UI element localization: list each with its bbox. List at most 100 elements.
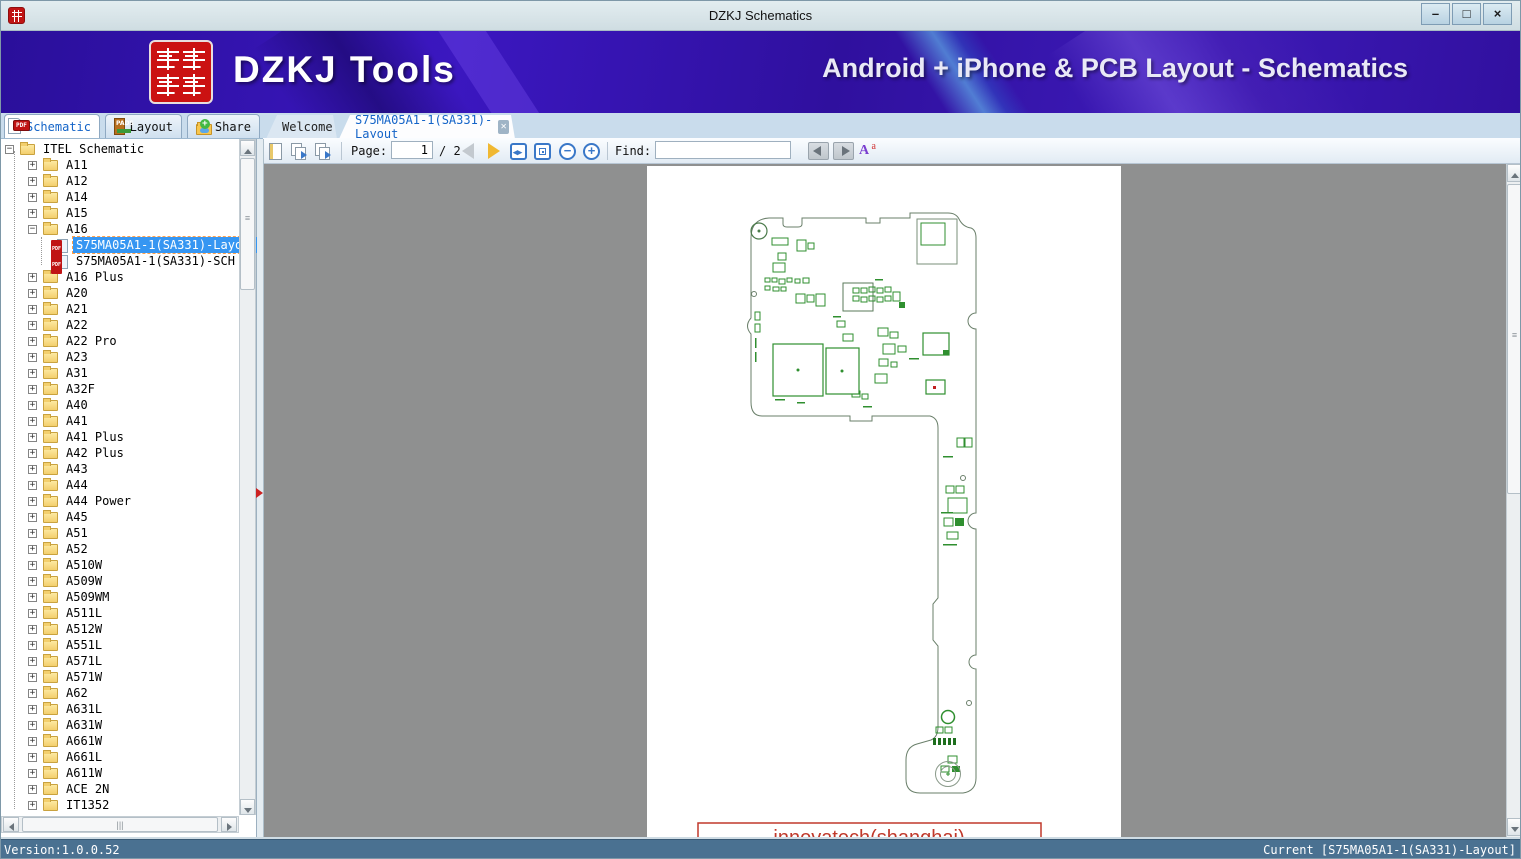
splitter-collapse-icon[interactable]	[256, 488, 263, 498]
expand-expander-icon[interactable]: +	[28, 624, 37, 634]
scrollbar-thumb[interactable]: ≡	[1507, 184, 1520, 494]
zoom-in-button[interactable]: +	[583, 138, 600, 164]
expand-expander-icon[interactable]: +	[28, 560, 37, 570]
expand-expander-icon[interactable]: +	[28, 720, 37, 730]
expand-expander-icon[interactable]: +	[28, 448, 37, 458]
scroll-left-button[interactable]	[3, 817, 19, 832]
tree-item-a511l[interactable]: + A511L	[1, 605, 239, 621]
expand-expander-icon[interactable]: +	[28, 272, 37, 282]
pdf-viewer-canvas[interactable]: innovatech(shanghai)	[264, 164, 1506, 837]
tab-layout[interactable]: PADS Layout	[105, 114, 182, 138]
tab-welcome[interactable]: Welcome	[266, 115, 337, 139]
expand-expander-icon[interactable]: +	[28, 416, 37, 426]
expand-expander-icon[interactable]: +	[28, 176, 37, 186]
tree-item-a21[interactable]: + A21	[1, 301, 239, 317]
expand-expander-icon[interactable]: +	[28, 656, 37, 666]
expand-expander-icon[interactable]: +	[28, 736, 37, 746]
tree-item-a31[interactable]: + A31	[1, 365, 239, 381]
tree-item-a43[interactable]: + A43	[1, 461, 239, 477]
next-page-button[interactable]	[488, 138, 500, 164]
expand-expander-icon[interactable]: +	[28, 800, 37, 810]
tree-item-a40[interactable]: + A40	[1, 397, 239, 413]
tree-item-a20[interactable]: + A20	[1, 285, 239, 301]
tree-item-a571l[interactable]: + A571L	[1, 653, 239, 669]
match-case-button[interactable]: Aa	[859, 138, 877, 164]
tree-horizontal-scrollbar[interactable]: |||	[1, 816, 239, 833]
expand-expander-icon[interactable]: +	[28, 336, 37, 346]
tree-item-a16[interactable]: − A16	[1, 221, 239, 237]
tree-item-a44-power[interactable]: + A44 Power	[1, 493, 239, 509]
expand-expander-icon[interactable]: +	[28, 480, 37, 490]
expand-expander-icon[interactable]: +	[28, 688, 37, 698]
tab-document-active[interactable]: S75MA05A1-1(SA331)-Layout ✕	[339, 115, 515, 139]
panel-splitter[interactable]	[256, 139, 264, 837]
tree-item-a41[interactable]: + A41	[1, 413, 239, 429]
scroll-right-button[interactable]	[221, 817, 237, 832]
expand-expander-icon[interactable]: +	[28, 496, 37, 506]
tree-item-a611w[interactable]: + A611W	[1, 765, 239, 781]
tree-item-itel-schematic[interactable]: − ITEL Schematic	[1, 141, 239, 157]
tree-item-a32f[interactable]: + A32F	[1, 381, 239, 397]
tree-item-a510w[interactable]: + A510W	[1, 557, 239, 573]
tree-item-a631w[interactable]: + A631W	[1, 717, 239, 733]
tree-item-a22-pro[interactable]: + A22 Pro	[1, 333, 239, 349]
tree-item-a14[interactable]: + A14	[1, 189, 239, 205]
expand-expander-icon[interactable]: +	[28, 384, 37, 394]
zoom-out-button[interactable]: −	[559, 138, 576, 164]
expand-expander-icon[interactable]: +	[28, 672, 37, 682]
scrollbar-thumb[interactable]: ≡	[240, 158, 255, 290]
viewer-vertical-scrollbar[interactable]: ≡	[1506, 164, 1520, 837]
expand-expander-icon[interactable]: +	[28, 784, 37, 794]
expand-expander-icon[interactable]: +	[28, 352, 37, 362]
tree-item-a571w[interactable]: + A571W	[1, 669, 239, 685]
expand-expander-icon[interactable]: +	[28, 320, 37, 330]
tree-item-a51[interactable]: + A51	[1, 525, 239, 541]
expand-expander-icon[interactable]: +	[28, 576, 37, 586]
tree-item-a52[interactable]: + A52	[1, 541, 239, 557]
expand-expander-icon[interactable]: +	[28, 400, 37, 410]
expand-expander-icon[interactable]: +	[28, 512, 37, 522]
tab-share[interactable]: + Share	[187, 114, 260, 138]
expand-expander-icon[interactable]: +	[28, 544, 37, 554]
tree-vertical-scrollbar[interactable]: ≡	[239, 139, 256, 815]
page-number-input[interactable]	[391, 141, 433, 159]
snapshot-button[interactable]	[291, 138, 307, 164]
expand-expander-icon[interactable]: +	[28, 192, 37, 202]
tree-item-a509wm[interactable]: + A509WM	[1, 589, 239, 605]
find-previous-button[interactable]	[808, 138, 829, 164]
copy-page-button[interactable]	[269, 138, 282, 164]
scroll-down-button[interactable]	[240, 799, 255, 815]
find-input[interactable]	[655, 141, 791, 159]
tree-item-ace-2n[interactable]: + ACE 2N	[1, 781, 239, 797]
tree-item-a44[interactable]: + A44	[1, 477, 239, 493]
tree-item-a22[interactable]: + A22	[1, 317, 239, 333]
tree-item-a551l[interactable]: + A551L	[1, 637, 239, 653]
tab-schematic[interactable]: PDF Schematic	[4, 114, 100, 138]
tree-item-a23[interactable]: + A23	[1, 349, 239, 365]
collapse-expander-icon[interactable]: −	[5, 144, 14, 154]
scroll-up-button[interactable]	[240, 140, 255, 156]
fit-width-button[interactable]: ◂▸	[510, 138, 527, 164]
tree-item-a661w[interactable]: + A661W	[1, 733, 239, 749]
expand-expander-icon[interactable]: +	[28, 288, 37, 298]
tree-item-a41-plus[interactable]: + A41 Plus	[1, 429, 239, 445]
tree-item-a509w[interactable]: + A509W	[1, 573, 239, 589]
expand-expander-icon[interactable]: +	[28, 368, 37, 378]
tab-close-icon[interactable]: ✕	[498, 120, 509, 134]
scroll-up-button[interactable]	[1507, 164, 1520, 182]
maximize-button[interactable]: □	[1452, 3, 1481, 25]
expand-expander-icon[interactable]: +	[28, 528, 37, 538]
expand-expander-icon[interactable]: +	[28, 208, 37, 218]
previous-page-button[interactable]	[462, 138, 474, 164]
tree-item-s75ma05a1-1-sa331-layout[interactable]: PDF S75MA05A1-1(SA331)-Layout	[1, 236, 261, 258]
minimize-button[interactable]: –	[1421, 3, 1450, 25]
copy-file-button[interactable]	[315, 138, 331, 164]
expand-expander-icon[interactable]: +	[28, 160, 37, 170]
close-button[interactable]: ×	[1483, 3, 1512, 25]
tree-item-a11[interactable]: + A11	[1, 157, 239, 173]
expand-expander-icon[interactable]: +	[28, 432, 37, 442]
expand-expander-icon[interactable]: +	[28, 592, 37, 602]
tree-item-a661l[interactable]: + A661L	[1, 749, 239, 765]
tree-item-a512w[interactable]: + A512W	[1, 621, 239, 637]
tree-item-a631l[interactable]: + A631L	[1, 701, 239, 717]
